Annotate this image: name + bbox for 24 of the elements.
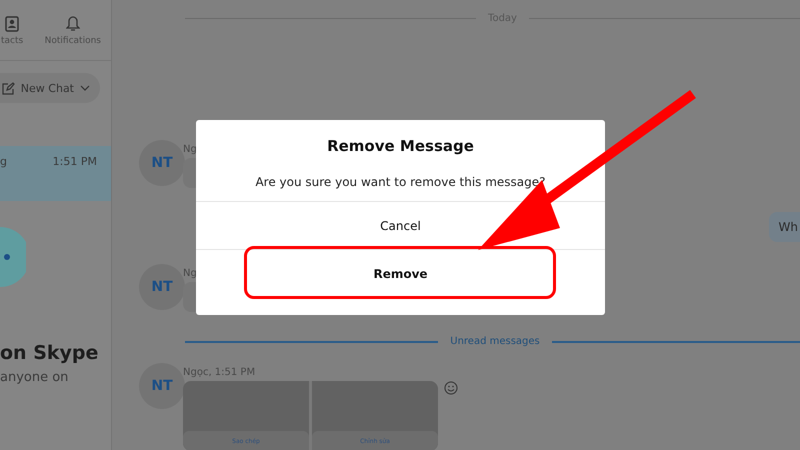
compose-icon [2, 82, 15, 94]
promo-text: anyone on [0, 370, 70, 385]
message-bubble: Wh [768, 212, 800, 242]
new-chat-button[interactable]: New Chat [0, 73, 100, 103]
dialog-title: Remove Message [327, 137, 474, 155]
remove-button[interactable]: Remove [196, 249, 605, 297]
promo-title: on Skype [0, 342, 100, 364]
avatar: NT [139, 264, 185, 310]
avatar: NT [139, 140, 185, 186]
sidebar-tab[interactable]: tacts [1, 0, 24, 60]
sender-name: Ng [183, 268, 198, 279]
sender-name: Ngọc, 1:51 PM [183, 367, 256, 378]
chevron-down-icon [80, 85, 90, 91]
chat-name: g [0, 155, 7, 170]
sidebar-tab[interactable]: Notifications [44, 0, 101, 60]
sender-name: Ng [183, 144, 198, 155]
dialog-message: Are you sure you want to remove this message? [255, 175, 546, 189]
bell-icon [66, 16, 80, 32]
contact-card-icon [5, 16, 20, 32]
chat-list-item[interactable]: g 1:51 PM [0, 146, 111, 201]
avatar-icon [0, 227, 26, 287]
smiley-icon[interactable] [444, 381, 458, 395]
chat-time: 1:51 PM [52, 155, 97, 170]
avatar: NT [139, 363, 185, 409]
